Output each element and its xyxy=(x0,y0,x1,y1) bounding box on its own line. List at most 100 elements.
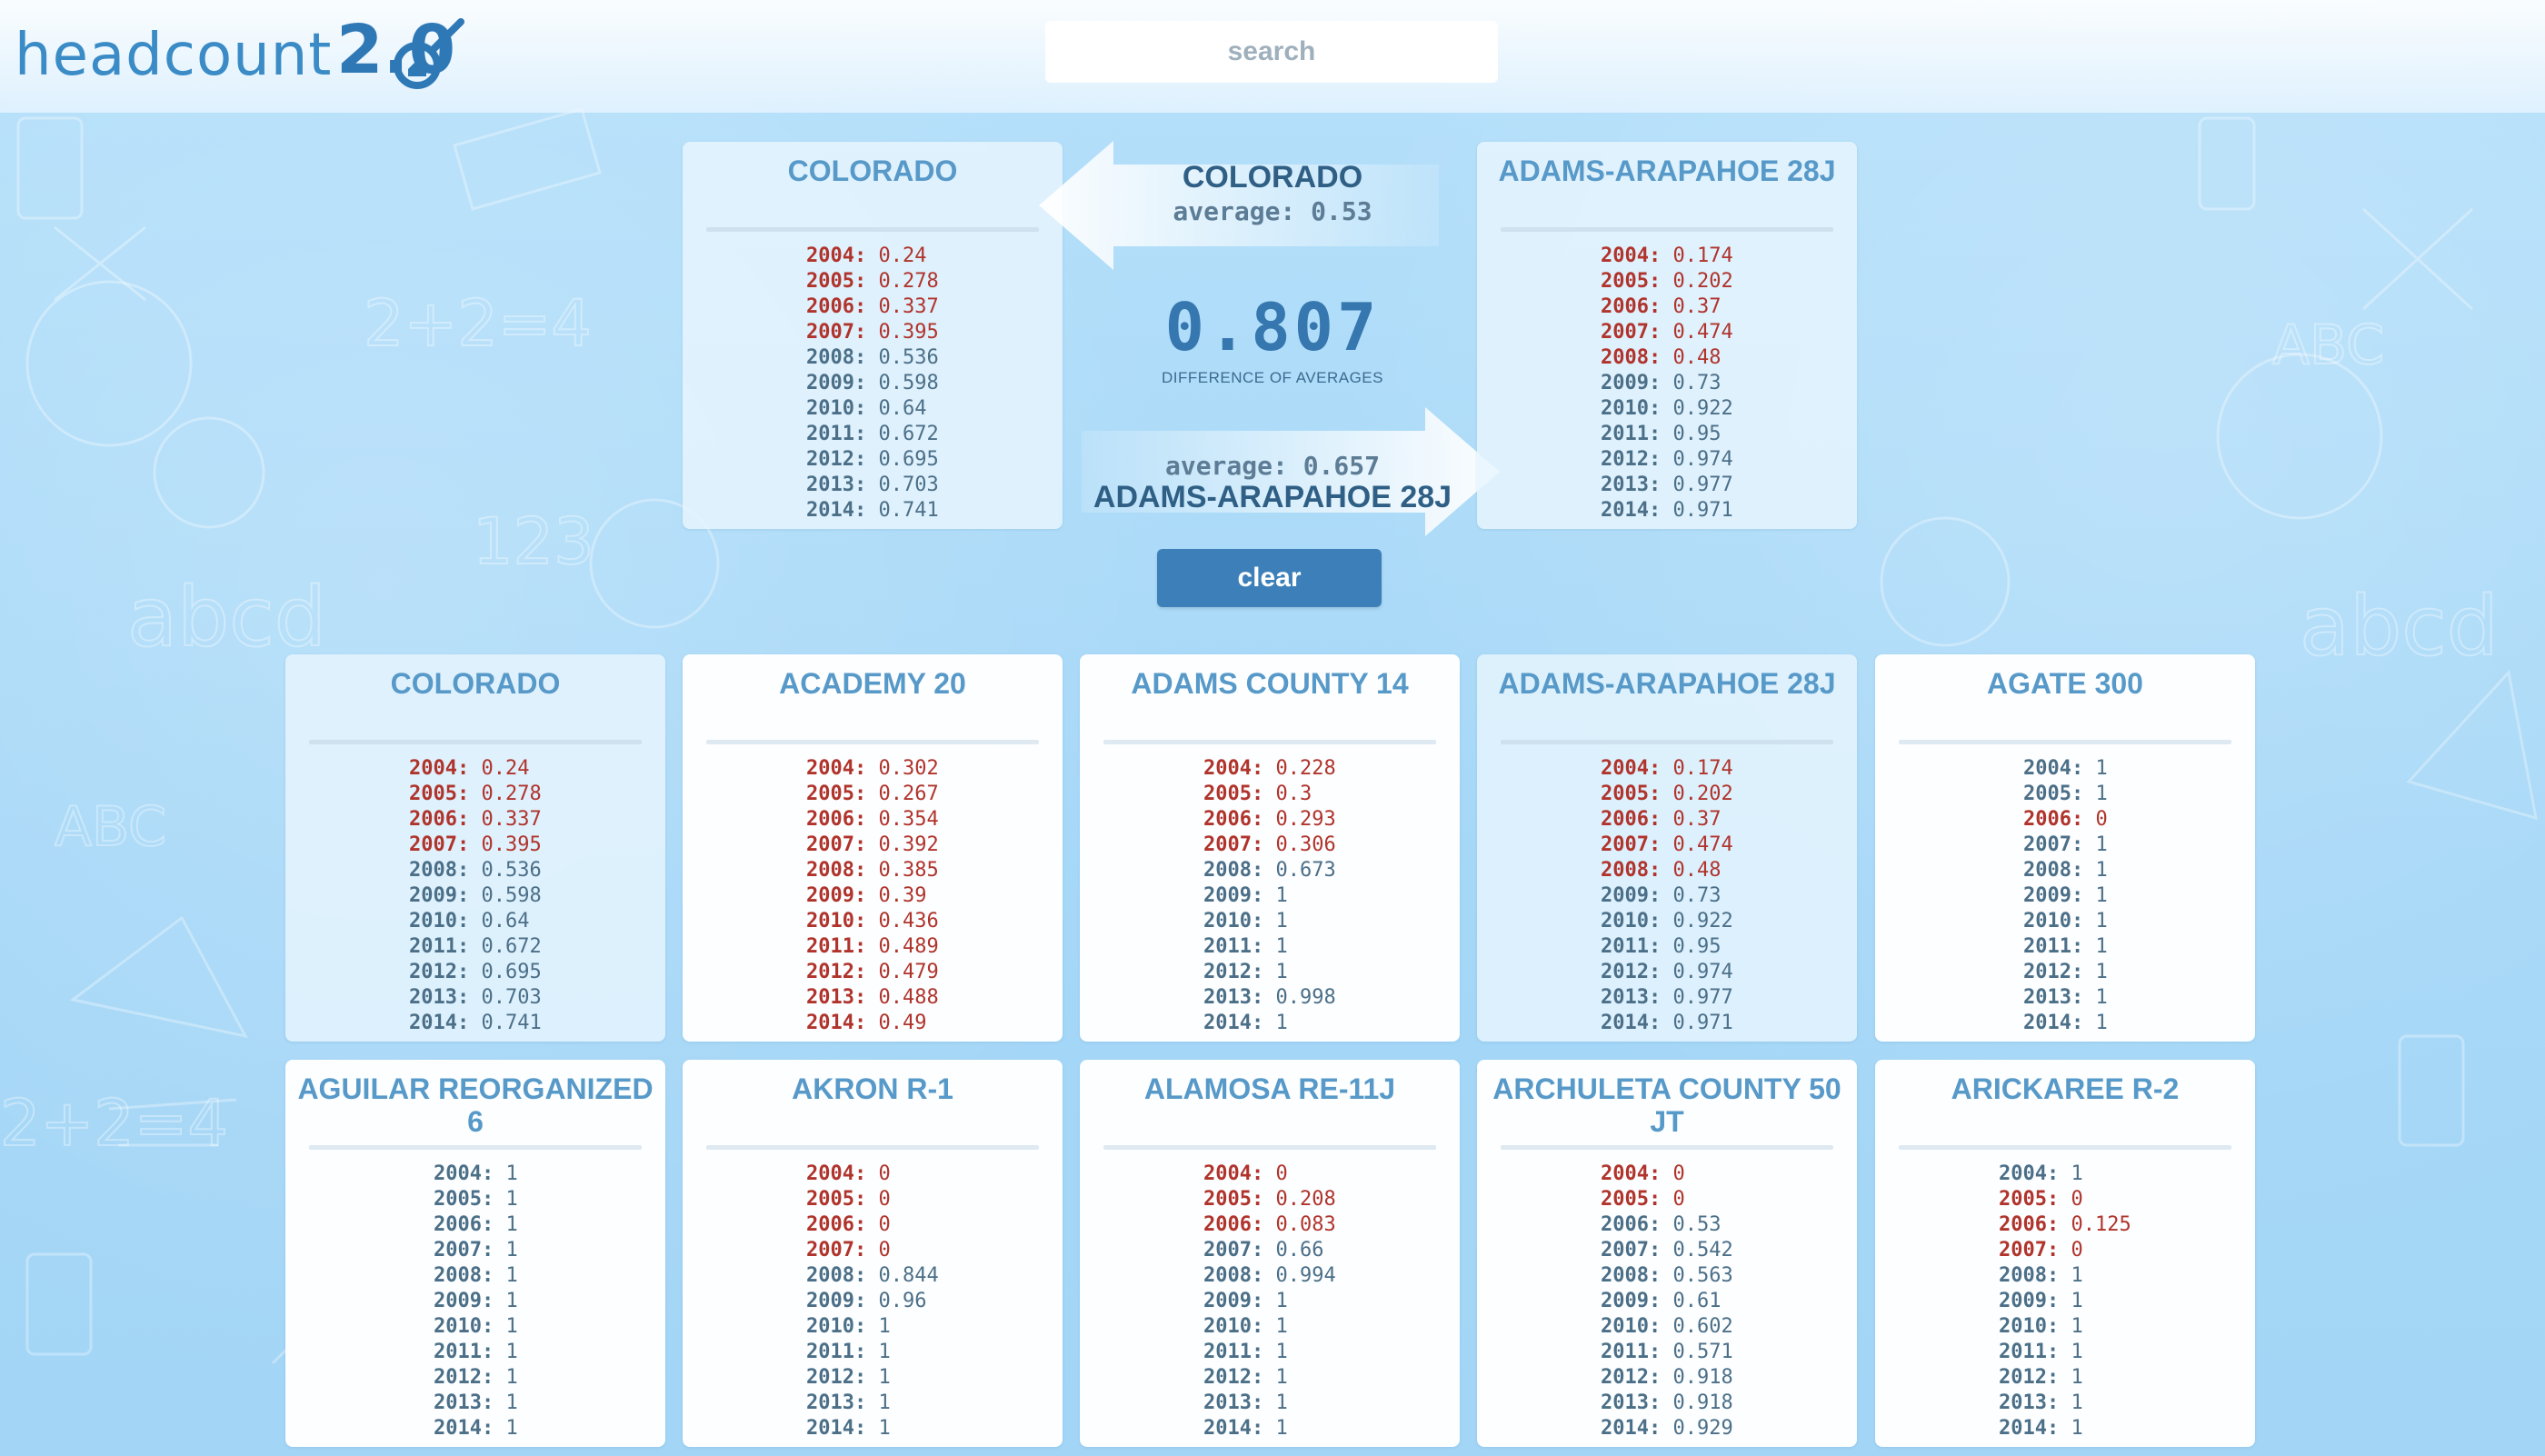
year-row: 2012: 1 xyxy=(1080,1365,1460,1391)
year-value: 1 xyxy=(2071,1162,2083,1185)
district-card[interactable]: AGUILAR REORGANIZED 6 2004: 1 2005: 1 2006:… xyxy=(285,1060,665,1447)
year-value: 0.24 xyxy=(481,757,530,780)
year-row: 2014: 0.741 xyxy=(285,1011,665,1036)
year-label: 2004: xyxy=(1601,757,1662,780)
year-row: 2013: 0.703 xyxy=(285,985,665,1011)
year-value: 0.267 xyxy=(878,783,939,805)
difference-label: DIFFERENCE OF AVERAGES xyxy=(1161,369,1383,386)
year-label: 2007: xyxy=(1601,321,1662,344)
card-divider xyxy=(706,1145,1039,1150)
year-row: 2011: 0.95 xyxy=(1477,422,1857,447)
year-value: 1 xyxy=(505,1366,518,1389)
year-row: 2006: 0.37 xyxy=(1477,807,1857,833)
year-row: 2007: 0.306 xyxy=(1080,833,1460,858)
district-name: ADAMS-ARAPAHOE 28J xyxy=(1498,667,1836,700)
district-card[interactable]: AKRON R-1 2004: 0 2005: 0 2006: 0 2007: 0 200… xyxy=(683,1060,1063,1447)
year-label: 2008: xyxy=(1601,859,1662,882)
year-value: 0.95 xyxy=(1672,935,1722,958)
year-value: 0.974 xyxy=(1672,448,1733,471)
year-label: 2012: xyxy=(1601,448,1662,471)
year-value: 0.542 xyxy=(1672,1239,1733,1262)
year-label: 2010: xyxy=(806,397,867,420)
year-value: 1 xyxy=(1275,1391,1288,1414)
year-row: 2010: 0.436 xyxy=(683,909,1063,934)
year-label: 2007: xyxy=(1203,833,1264,856)
year-row: 2006: 1 xyxy=(285,1212,665,1238)
search-input[interactable] xyxy=(1045,21,1498,83)
year-label: 2007: xyxy=(806,321,867,344)
year-row: 2011: 1 xyxy=(1875,934,2255,960)
year-row: 2012: 1 xyxy=(1875,1365,2255,1391)
year-value: 0 xyxy=(2071,1239,2083,1262)
year-row: 2012: 0.974 xyxy=(1477,447,1857,473)
year-label: 2010: xyxy=(409,910,470,932)
compare-card-right[interactable]: ADAMS-ARAPAHOE 28J 2004: 0.174 2005: 0.20… xyxy=(1477,142,1857,529)
district-card[interactable]: ALAMOSA RE-11J 2004: 0 2005: 0.208 2006: 0.… xyxy=(1080,1060,1460,1447)
year-row: 2004: 0 xyxy=(1477,1162,1857,1187)
clear-button[interactable]: clear xyxy=(1157,549,1382,607)
district-rows: 2004: 0 2005: 0 2006: 0.53 2007: 0.542 2008:… xyxy=(1477,1162,1857,1441)
year-row: 2009: 0.61 xyxy=(1477,1289,1857,1314)
district-card[interactable]: ARICKAREE R-2 2004: 1 2005: 0 2006: 0.125 20… xyxy=(1875,1060,2255,1447)
card-divider xyxy=(706,227,1039,232)
year-label: 2013: xyxy=(1203,1391,1264,1414)
year-label: 2008: xyxy=(1203,859,1264,882)
year-value: 0.571 xyxy=(1672,1341,1733,1363)
year-value: 0.672 xyxy=(481,935,542,958)
year-label: 2014: xyxy=(1203,1417,1264,1440)
year-label: 2005: xyxy=(1203,783,1264,805)
year-label: 2011: xyxy=(1601,1341,1662,1363)
year-row: 2012: 0.695 xyxy=(285,960,665,985)
card-divider xyxy=(1501,740,1833,744)
district-rows: 2004: 1 2005: 1 2006: 1 2007: 1 2008: 1 2009:… xyxy=(285,1162,665,1441)
year-label: 2005: xyxy=(1601,270,1662,293)
year-row: 2004: 1 xyxy=(1875,1162,2255,1187)
year-value: 0.695 xyxy=(481,961,542,983)
compare-card-left[interactable]: COLORADO 2004: 0.24 2005: 0.278 2006: 0.33… xyxy=(683,142,1063,529)
year-value: 1 xyxy=(878,1417,891,1440)
year-label: 2006: xyxy=(806,808,867,831)
year-label: 2005: xyxy=(409,783,470,805)
year-row: 2009: 1 xyxy=(1080,883,1460,909)
district-card[interactable]: ADAMS COUNTY 14 2004: 0.228 2005: 0.3 2006:… xyxy=(1080,654,1460,1042)
year-value: 0.202 xyxy=(1672,270,1733,293)
district-card[interactable]: ARCHULETA COUNTY 50 JT 2004: 0 2005: 0 2006… xyxy=(1477,1060,1857,1447)
year-label: 2008: xyxy=(1999,1264,2060,1287)
year-row: 2012: 1 xyxy=(1875,960,2255,985)
year-value: 0.598 xyxy=(481,884,542,907)
year-row: 2011: 0.489 xyxy=(683,934,1063,960)
year-label: 2009: xyxy=(806,884,867,907)
year-row: 2007: 0.474 xyxy=(1477,833,1857,858)
header-bar: headcount 2.0 xyxy=(0,0,2545,113)
year-value: 1 xyxy=(1275,910,1288,932)
year-value: 0.64 xyxy=(878,397,927,420)
district-card[interactable]: ACADEMY 20 2004: 0.302 2005: 0.267 2006: 0.… xyxy=(683,654,1063,1042)
year-value: 0 xyxy=(2095,808,2108,831)
year-value: 1 xyxy=(1275,1341,1288,1363)
district-card[interactable]: AGATE 300 2004: 1 2005: 1 2006: 0 2007: 1 200… xyxy=(1875,654,2255,1042)
year-value: 0.48 xyxy=(1672,346,1722,369)
year-row: 2009: 0.39 xyxy=(683,883,1063,909)
year-value: 0.392 xyxy=(878,833,939,856)
year-row: 2005: 0 xyxy=(683,1187,1063,1212)
district-card[interactable]: ADAMS-ARAPAHOE 28J 2004: 0.174 2005: 0.202… xyxy=(1477,654,1857,1042)
year-label: 2011: xyxy=(409,935,470,958)
year-label: 2009: xyxy=(806,372,867,394)
district-rows: 2004: 0.174 2005: 0.202 2006: 0.37 2007: 0.… xyxy=(1477,756,1857,1036)
year-row: 2006: 0.293 xyxy=(1080,807,1460,833)
year-value: 0.844 xyxy=(878,1264,939,1287)
year-label: 2012: xyxy=(1601,1366,1662,1389)
district-card[interactable]: COLORADO 2004: 0.24 2005: 0.278 2006: 0.337… xyxy=(285,654,665,1042)
year-label: 2006: xyxy=(2023,808,2084,831)
year-label: 2014: xyxy=(806,1012,867,1034)
year-value: 1 xyxy=(1275,884,1288,907)
headcount-logo[interactable]: headcount 2.0 xyxy=(15,5,464,105)
year-row: 2004: 0.24 xyxy=(285,756,665,782)
year-row: 2008: 0.48 xyxy=(1477,858,1857,883)
year-label: 2008: xyxy=(806,346,867,369)
year-value: 1 xyxy=(1275,1366,1288,1389)
year-row: 2010: 1 xyxy=(1875,1314,2255,1340)
year-value: 0.971 xyxy=(1672,1012,1733,1034)
year-row: 2006: 0.083 xyxy=(1080,1212,1460,1238)
year-row: 2007: 0.474 xyxy=(1477,320,1857,345)
